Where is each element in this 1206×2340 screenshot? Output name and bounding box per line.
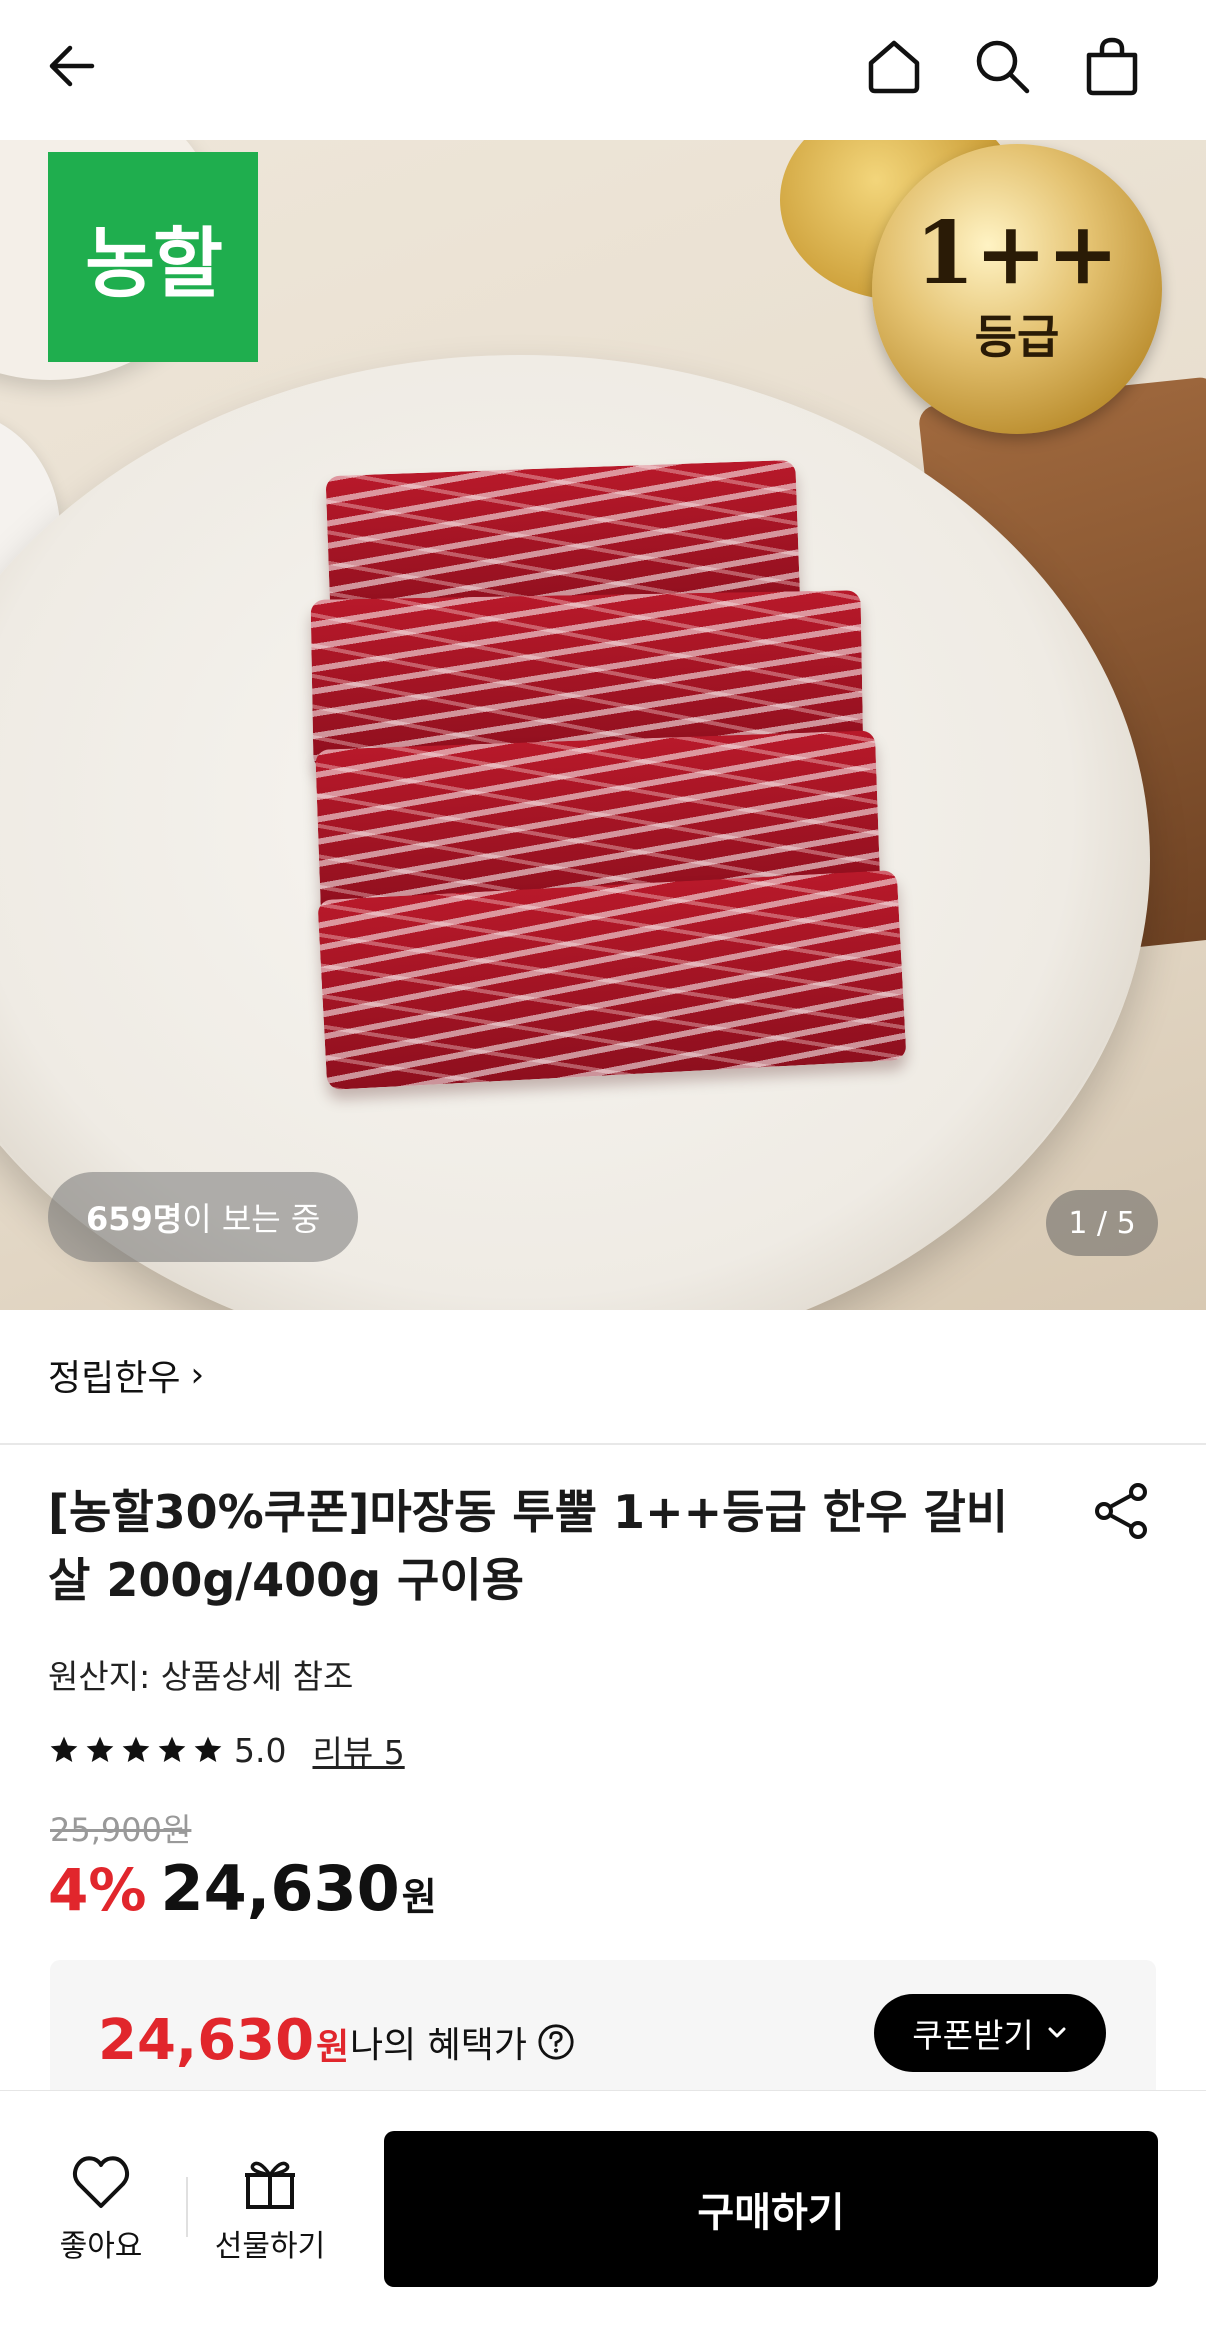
grade-medal: 1++ 등급 <box>872 144 1162 434</box>
star-icon <box>86 1736 114 1762</box>
like-button[interactable]: 좋아요 <box>36 2153 166 2265</box>
image-pager: 1 / 5 <box>1046 1190 1158 1256</box>
store-name: 정립한우 <box>48 1358 181 1399</box>
help-circle-icon[interactable] <box>537 2023 575 2061</box>
coupon-button[interactable]: 쿠폰받기 <box>874 1994 1106 2072</box>
brand-logo-text: 농할 <box>85 219 223 308</box>
search-icon[interactable] <box>966 30 1038 102</box>
bottom-bar-separator <box>186 2177 188 2237</box>
benefit-price-value: 24,630 <box>98 2008 315 2073</box>
price-unit: 원 <box>401 1875 437 1919</box>
sale-price: 24,630 <box>160 1852 400 1925</box>
section-divider <box>0 1443 1206 1445</box>
benefit-price-box: 24,630 원 나의 혜택가 쿠폰받기 <box>50 1960 1156 2110</box>
coupon-button-label: 쿠폰받기 <box>912 2016 1034 2055</box>
benefit-price: 24,630 원 <box>98 2008 349 2073</box>
home-icon[interactable] <box>858 30 930 102</box>
discount-rate: 4% <box>48 1856 147 1924</box>
gift-label: 선물하기 <box>214 2229 326 2264</box>
grade-badge: 1++ 등급 <box>872 144 1162 434</box>
grade-badge-main: 1++ <box>915 203 1119 304</box>
viewers-count: 659명 <box>86 1200 183 1238</box>
origin-info: 원산지: 상품상세 참조 <box>48 1657 354 1696</box>
product-image-carousel[interactable]: 농할 1++ 등급 659명 이 보는 중 1 / 5 <box>0 140 1206 1310</box>
share-icon[interactable] <box>1090 1480 1152 1542</box>
heart-icon <box>72 2156 130 2208</box>
rating-row: 5.0 리뷰 5 <box>48 1725 405 1775</box>
brand-logo: 농할 <box>48 152 258 362</box>
buy-button[interactable]: 구매하기 <box>384 2131 1158 2287</box>
price-row: 4% 24,630 원 <box>48 1852 437 1925</box>
benefit-price-unit: 원 <box>316 2027 350 2068</box>
grade-badge-sub: 등급 <box>974 310 1060 364</box>
review-link[interactable]: 리뷰 5 <box>312 1726 404 1774</box>
meat-slice-image <box>317 869 907 1091</box>
store-link[interactable]: 정립한우 › <box>48 1345 204 1405</box>
star-icon <box>194 1736 222 1762</box>
rating-value: 5.0 <box>234 1730 287 1770</box>
like-label: 좋아요 <box>59 2229 143 2264</box>
star-icon <box>122 1736 150 1762</box>
star-icon <box>50 1736 78 1762</box>
viewers-suffix: 이 보는 중 <box>182 1200 321 1238</box>
top-navigation-bar <box>0 0 1206 140</box>
arrow-left-icon[interactable] <box>36 30 108 102</box>
bottom-action-bar: 좋아요 선물하기 구매하기 <box>0 2090 1206 2340</box>
chevron-down-icon <box>1048 2027 1066 2038</box>
star-rating <box>48 1734 224 1766</box>
gift-icon <box>245 2161 295 2209</box>
gift-button[interactable]: 선물하기 <box>205 2153 335 2265</box>
shopping-bag-icon[interactable] <box>1076 30 1148 102</box>
original-price: 25,900원 <box>50 1811 192 1849</box>
star-icon <box>158 1736 186 1762</box>
benefit-label: 나의 혜택가 <box>350 2016 575 2068</box>
viewers-badge: 659명 이 보는 중 <box>48 1172 359 1262</box>
chevron-right-icon: › <box>190 1355 205 1395</box>
product-title: [농할30%쿠폰]마장동 투뿔 1++등급 한우 갈비살 200g/400g 구… <box>48 1485 1009 1607</box>
benefit-label-text: 나의 혜택가 <box>350 2025 528 2066</box>
